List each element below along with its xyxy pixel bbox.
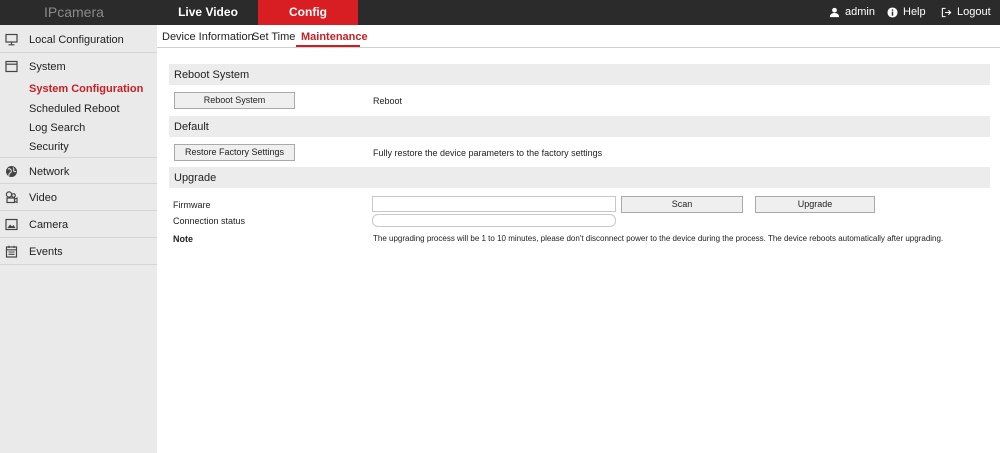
sidebar-item-video[interactable]: Video — [0, 184, 157, 211]
sidebar-label-video: Video — [29, 192, 57, 204]
info-icon — [887, 7, 898, 18]
tab-device-information[interactable]: Device Information — [162, 31, 254, 43]
upgrade-button[interactable]: Upgrade — [755, 196, 875, 213]
logout-label: Logout — [957, 6, 991, 18]
restore-factory-settings-button[interactable]: Restore Factory Settings — [174, 144, 295, 161]
top-bar: IPcamera Live Video Config admin Help Lo… — [0, 0, 1000, 25]
connection-status-label: Connection status — [173, 216, 246, 226]
sidebar-subitem-security[interactable]: Security — [29, 141, 69, 153]
user-admin-link[interactable]: admin — [829, 0, 875, 25]
sidebar-item-system[interactable]: System — [0, 53, 157, 80]
sidebar-label-network: Network — [29, 166, 70, 178]
help-link[interactable]: Help — [887, 0, 926, 25]
image-icon — [5, 218, 18, 231]
tab-set-time[interactable]: Set Time — [252, 31, 295, 43]
reboot-system-button[interactable]: Reboot System — [174, 92, 295, 109]
sidebar-subitem-log-search[interactable]: Log Search — [29, 122, 85, 134]
section-default-header: Default — [169, 116, 990, 137]
user-admin-label: admin — [845, 6, 875, 18]
upgrade-note-text: The upgrading process will be 1 to 10 mi… — [373, 234, 944, 243]
sidebar-subitem-system-configuration[interactable]: System Configuration — [29, 83, 143, 95]
sidebar-item-network[interactable]: Network — [0, 157, 157, 184]
sidebar-subitem-scheduled-reboot[interactable]: Scheduled Reboot — [29, 103, 120, 115]
tab-bar: Device Information Set Time Maintenance — [157, 25, 1000, 48]
nav-config[interactable]: Config — [258, 0, 358, 25]
sidebar-item-local-configuration[interactable]: Local Configuration — [0, 26, 157, 53]
firmware-label: Firmware — [173, 200, 211, 210]
note-label: Note — [173, 234, 193, 244]
sidebar-label-local-configuration: Local Configuration — [29, 34, 124, 46]
sidebar-item-camera[interactable]: Camera — [0, 211, 157, 238]
connection-status-field — [372, 214, 616, 227]
help-label: Help — [903, 6, 926, 18]
nav-live-video[interactable]: Live Video — [158, 0, 258, 25]
sidebar-label-system: System — [29, 61, 66, 73]
user-icon — [829, 7, 840, 18]
restore-description: Fully restore the device parameters to t… — [373, 148, 603, 158]
logout-icon — [941, 7, 952, 18]
globe-icon — [6, 166, 17, 177]
logout-link[interactable]: Logout — [941, 0, 991, 25]
monitor-icon — [5, 33, 18, 46]
sidebar-item-events[interactable]: Events — [0, 238, 157, 265]
sidebar: Local Configuration System System Config… — [0, 25, 157, 453]
app-logo: IPcamera — [44, 4, 104, 20]
active-tab-indicator — [296, 45, 360, 47]
reboot-description: Reboot — [373, 96, 403, 106]
sidebar-label-events: Events — [29, 246, 63, 258]
sidebar-label-camera: Camera — [29, 219, 69, 231]
tab-maintenance[interactable]: Maintenance — [301, 31, 368, 43]
window-icon — [5, 60, 18, 73]
section-upgrade-header: Upgrade — [169, 167, 990, 188]
scan-button[interactable]: Scan — [621, 196, 743, 213]
video-camera-icon — [5, 191, 18, 204]
section-reboot-header: Reboot System — [169, 64, 990, 85]
firmware-input[interactable] — [372, 196, 616, 212]
calendar-icon — [5, 245, 18, 258]
